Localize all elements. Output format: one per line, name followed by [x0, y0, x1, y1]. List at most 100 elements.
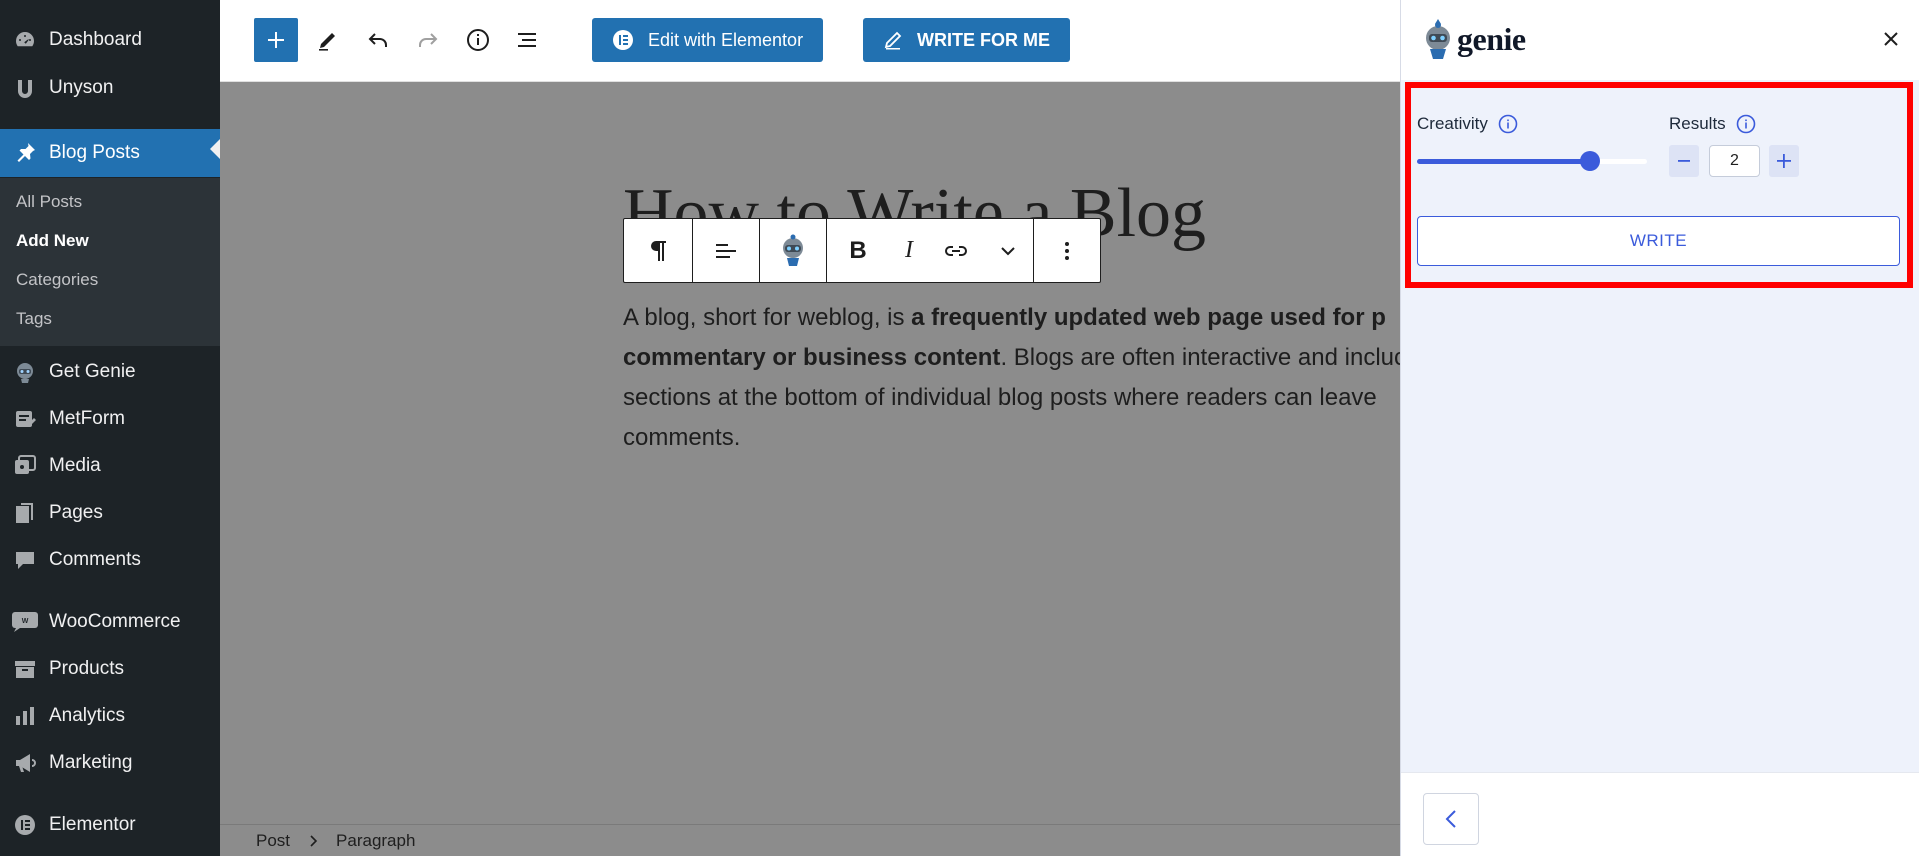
list-view-icon — [518, 33, 536, 47]
creativity-label-text: Creativity — [1417, 114, 1488, 133]
post-paragraph[interactable]: A blog, short for weblog, is a frequentl… — [623, 298, 1400, 458]
sidebar-item-dashboard[interactable]: Dashboard — [0, 20, 220, 60]
sidebar-item-comments[interactable]: Comments — [0, 540, 220, 580]
creativity-label: Creativity — [1417, 114, 1518, 134]
breadcrumb-paragraph[interactable]: Paragraph — [336, 831, 415, 851]
write-for-me-button[interactable]: WRITE FOR ME — [863, 18, 1070, 62]
link-button[interactable] — [929, 219, 983, 282]
pilcrow-icon — [651, 240, 666, 261]
back-button[interactable] — [1423, 793, 1479, 845]
sidebar-item-label: Pages — [49, 502, 103, 523]
close-button[interactable] — [1876, 24, 1906, 54]
sidebar-item-label: WooCommerce — [49, 611, 181, 632]
genie-block-button[interactable] — [760, 219, 826, 282]
results-label: Results — [1669, 114, 1756, 134]
logo-text: genie — [1457, 20, 1526, 57]
unyson-icon — [12, 75, 38, 101]
align-group — [693, 219, 760, 282]
slider-fill — [1417, 159, 1590, 164]
pencil-icon — [319, 33, 335, 51]
submenu-all-posts[interactable]: All Posts — [16, 192, 82, 212]
paragraph-button[interactable] — [624, 219, 692, 282]
bold-button[interactable]: B — [827, 219, 889, 282]
sidebar-item-label: Analytics — [49, 705, 126, 726]
align-left-icon — [716, 243, 736, 258]
list-view-button[interactable] — [506, 18, 550, 62]
chevron-down-icon — [1001, 246, 1015, 255]
submenu-add-new[interactable]: Add New — [16, 231, 89, 251]
sidebar-item-analytics[interactable]: Analytics — [0, 696, 220, 736]
sidebar-item-label: Comments — [49, 549, 141, 570]
products-icon — [12, 656, 38, 682]
bold-icon: B — [849, 236, 867, 264]
results-increment-button[interactable] — [1769, 145, 1799, 177]
italic-button[interactable]: I — [889, 219, 929, 282]
more-formats-button[interactable] — [983, 219, 1033, 282]
sidebar-item-label: MetForm — [49, 408, 125, 429]
block-options-button[interactable] — [1034, 219, 1100, 282]
italic-icon: I — [905, 237, 913, 263]
sidebar-item-media[interactable]: Media — [0, 446, 220, 486]
sidebar-item-label: Blog Posts — [49, 142, 140, 163]
close-icon — [1884, 32, 1898, 46]
panel-header: genie — [1401, 0, 1919, 80]
breadcrumb: Post Paragraph — [220, 824, 1400, 856]
results-input[interactable]: 2 — [1709, 145, 1760, 177]
sidebar-item-products[interactable]: Products — [0, 649, 220, 689]
write-button[interactable]: WRITE — [1417, 216, 1900, 266]
sidebar-item-label: Products — [49, 658, 124, 679]
megaphone-icon — [12, 750, 38, 776]
submenu-tags[interactable]: Tags — [16, 309, 52, 329]
sidebar-item-label: Get Genie — [49, 361, 136, 382]
genie-icon — [12, 359, 38, 385]
info-icon[interactable] — [1498, 114, 1518, 134]
genie-panel: genie Creativity Results 2 WRITE — [1400, 0, 1919, 856]
submenu-categories[interactable]: Categories — [16, 270, 98, 290]
genie-robot-icon — [1426, 19, 1450, 59]
metform-icon — [12, 406, 38, 432]
para-text: A blog, short for weblog, is — [623, 304, 912, 331]
pen-icon — [883, 30, 903, 50]
genie-group — [760, 219, 827, 282]
sidebar-item-blog-posts[interactable]: Blog Posts — [0, 129, 220, 177]
align-button[interactable] — [693, 219, 759, 282]
info-icon[interactable] — [1736, 114, 1756, 134]
analytics-icon — [12, 703, 38, 729]
creativity-slider[interactable] — [1417, 151, 1647, 171]
results-decrement-button[interactable] — [1669, 145, 1699, 177]
para-bold-text: a frequently updated web page used for p — [911, 304, 1386, 331]
comments-icon — [12, 547, 38, 573]
admin-sidebar: Dashboard Unyson Blog Posts All Posts Ad… — [0, 0, 220, 856]
sidebar-item-pages[interactable]: Pages — [0, 493, 220, 533]
sidebar-item-unyson[interactable]: Unyson — [0, 68, 220, 108]
redo-button[interactable] — [406, 18, 450, 62]
panel-footer — [1401, 772, 1919, 856]
edit-with-elementor-label: Edit with Elementor — [648, 29, 804, 50]
breadcrumb-post[interactable]: Post — [256, 831, 290, 851]
tools-button[interactable] — [306, 18, 350, 62]
kebab-icon — [1065, 241, 1069, 260]
block-toolbar: B I — [623, 218, 1101, 283]
details-button[interactable] — [456, 18, 500, 62]
edit-with-elementor-button[interactable]: Edit with Elementor — [592, 18, 824, 62]
slider-thumb[interactable] — [1579, 151, 1600, 171]
undo-button[interactable] — [356, 18, 400, 62]
format-group: B I — [827, 219, 1034, 282]
sidebar-item-metform[interactable]: MetForm — [0, 399, 220, 439]
blog-posts-submenu: All Posts Add New Categories Tags — [0, 178, 220, 346]
pin-icon — [12, 140, 38, 166]
genie-logo: genie — [1421, 18, 1526, 60]
chevron-right-icon — [308, 834, 318, 848]
link-icon — [945, 245, 967, 256]
add-block-button[interactable] — [254, 18, 298, 62]
chevron-left-icon — [1445, 810, 1456, 828]
editor-toolbar: Edit with Elementor WRITE FOR ME — [220, 0, 1400, 82]
plus-icon — [268, 32, 284, 48]
sidebar-item-marketing[interactable]: Marketing — [0, 743, 220, 783]
sidebar-item-elementor[interactable]: Elementor — [0, 805, 220, 845]
sidebar-item-get-genie[interactable]: Get Genie — [0, 352, 220, 392]
media-icon — [12, 453, 38, 479]
undo-icon — [368, 33, 387, 47]
editor-canvas: How to Write a Blog B I A blog, short fo… — [220, 82, 1400, 856]
sidebar-item-woocommerce[interactable]: W WooCommerce — [0, 602, 220, 642]
